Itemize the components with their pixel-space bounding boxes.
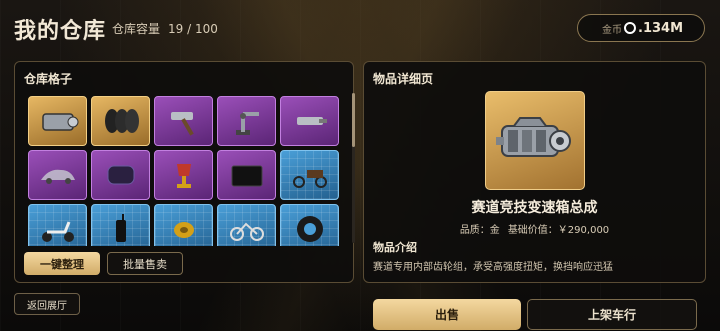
- coin-label: 金币: [602, 24, 622, 36]
- inventory-title: 仓库格子: [24, 72, 73, 86]
- capacity-value: 19 / 100: [168, 22, 218, 36]
- fuel-tank-icon: [107, 165, 134, 185]
- car-model-icon: [40, 169, 75, 184]
- inventory-cell-bicycle[interactable]: [217, 204, 276, 246]
- inventory-cell-injector[interactable]: [280, 96, 339, 146]
- back-to-showroom-button[interactable]: 返回展厅: [14, 293, 80, 315]
- tricycle-icon: [292, 170, 327, 188]
- mat-icon: [231, 165, 262, 187]
- capacity-indicator: 仓库容量 19 / 100: [112, 20, 218, 37]
- inventory-cell-tape[interactable]: [154, 204, 213, 246]
- inventory-cell-mat[interactable]: [217, 150, 276, 200]
- tires-icon: [104, 109, 139, 133]
- item-quality: 品质：金: [459, 225, 500, 236]
- scooter-icon: [41, 221, 74, 242]
- item-name: 赛道竞技变速箱总成: [471, 200, 598, 216]
- coin-balance[interactable]: 金币 .134M: [577, 14, 705, 42]
- inventory-cell-scooter[interactable]: [28, 204, 87, 246]
- inventory-cell-fuel-tank[interactable]: [91, 150, 150, 200]
- inventory-cell-tires[interactable]: [91, 96, 150, 146]
- inventory-scrollbar[interactable]: [352, 93, 355, 243]
- inventory-cell-car-model[interactable]: [28, 150, 87, 200]
- page-title: 我的仓库: [14, 19, 107, 44]
- item-base-price: 基础价值：￥290,000: [507, 225, 610, 236]
- scrollbar-thumb[interactable]: [352, 93, 355, 147]
- robot-arm-icon: [235, 112, 259, 135]
- intro-text: 赛道专用内部齿轮组，承受高强度扭矩，换挡响应迅猛: [373, 262, 613, 273]
- trophy-icon: [176, 164, 191, 188]
- inventory-panel: 仓库格子 一键整理 批量售卖: [14, 61, 355, 283]
- inventory-cell-tire[interactable]: [280, 204, 339, 246]
- gearbox-icon: [41, 113, 78, 131]
- batch-sell-button[interactable]: 批量售卖: [107, 252, 183, 275]
- coin-value: .134M: [638, 20, 684, 36]
- list-on-dealership-button[interactable]: 上架车行: [527, 299, 697, 330]
- sell-button[interactable]: 出售: [373, 299, 521, 330]
- inventory-cell-hammer[interactable]: [154, 96, 213, 146]
- item-detail-panel: 物品详细页 赛道竞技变速箱总成 品质：金 基础价值：￥290,000 物品介绍 赛…: [363, 61, 706, 283]
- sort-button[interactable]: 一键整理: [24, 252, 100, 275]
- inventory-grid-area[interactable]: [24, 92, 346, 246]
- hammer-icon: [170, 112, 194, 136]
- tire-icon: [296, 216, 323, 242]
- inventory-cell-trophy[interactable]: [154, 150, 213, 200]
- walkie-talkie-icon: [115, 214, 126, 242]
- capacity-label: 仓库容量: [112, 22, 161, 36]
- coin-icon: [624, 22, 636, 34]
- inventory-cell-walkie-talkie[interactable]: [91, 204, 150, 246]
- item-meta: 品质：金 基础价值：￥290,000: [364, 221, 705, 236]
- intro-title: 物品介绍: [373, 241, 417, 254]
- inventory-cell-gearbox[interactable]: [28, 96, 87, 146]
- gearbox-icon: [496, 116, 571, 157]
- item-image: [485, 91, 585, 190]
- inventory-grid: [24, 92, 346, 246]
- tape-icon: [173, 222, 194, 238]
- detail-title: 物品详细页: [373, 72, 434, 86]
- bicycle-icon: [229, 222, 264, 241]
- inventory-cell-robot-arm[interactable]: [217, 96, 276, 146]
- injector-icon: [296, 117, 327, 125]
- inventory-cell-tricycle[interactable]: [280, 150, 339, 200]
